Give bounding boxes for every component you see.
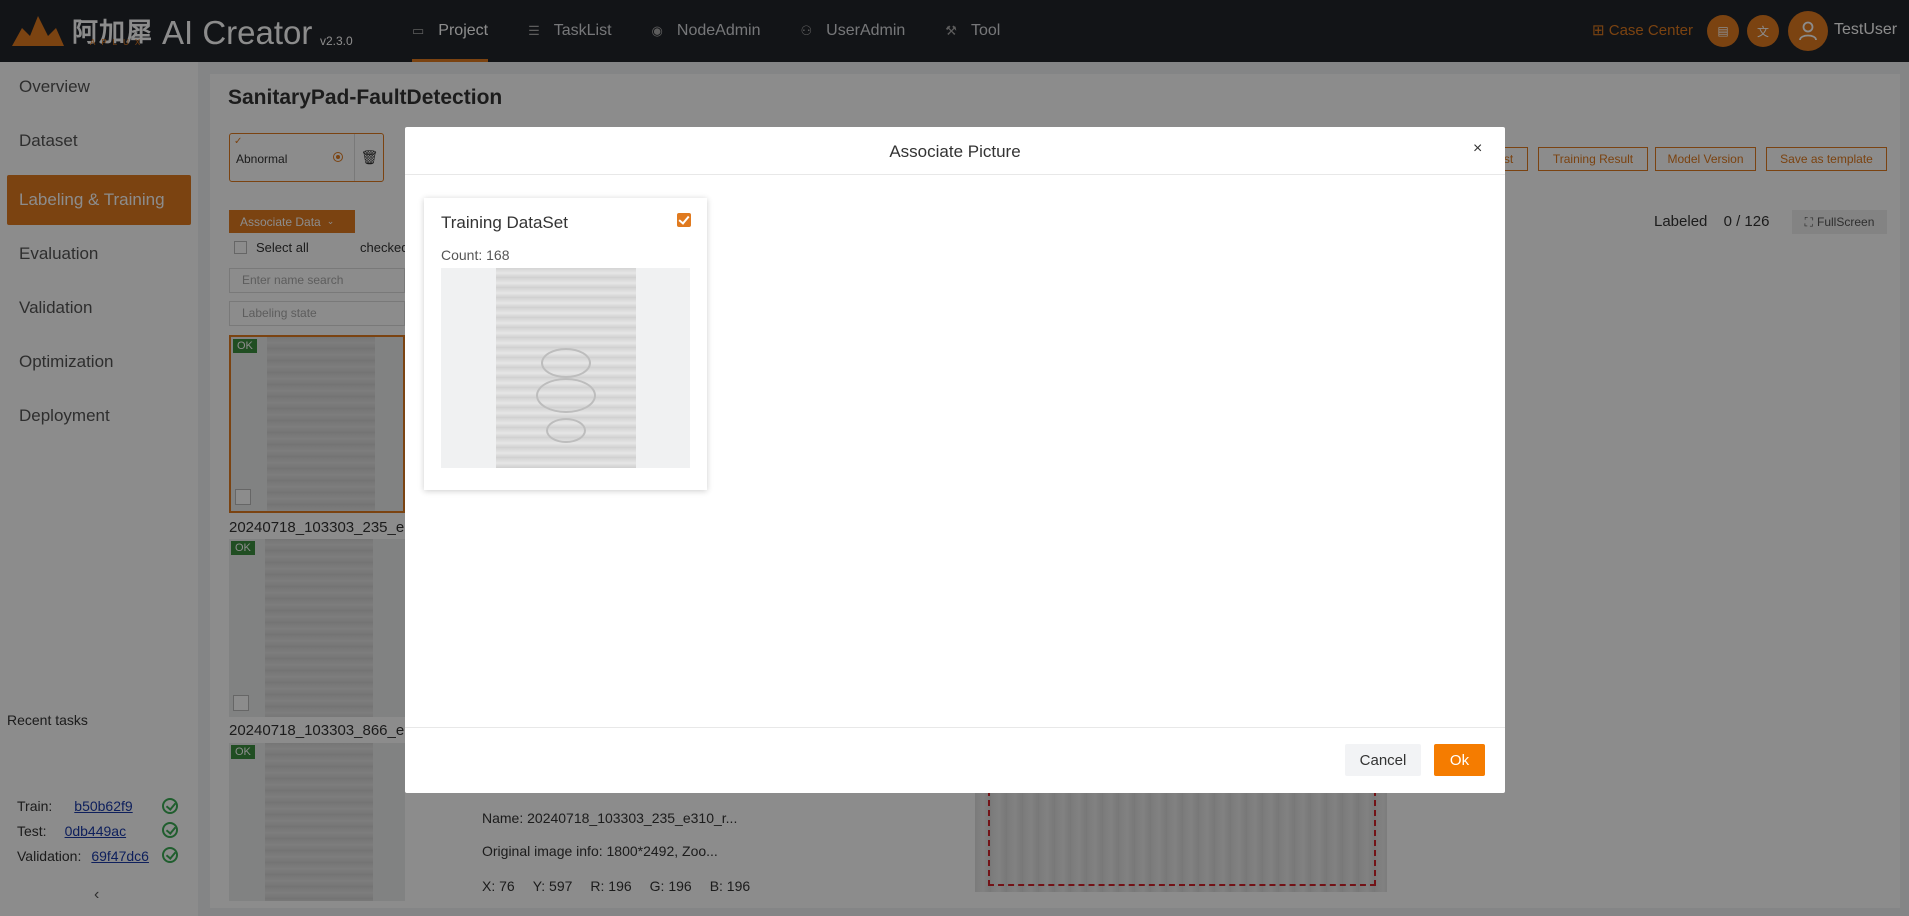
dialog-header: Associate Picture × [405,127,1505,175]
pattern-shape [546,418,586,443]
dialog-title: Associate Picture [889,142,1021,161]
cancel-button[interactable]: Cancel [1345,744,1421,776]
dataset-name: Training DataSet [441,213,568,232]
pattern-shape [536,378,596,413]
associate-picture-dialog: Associate Picture × Training DataSet Cou… [405,127,1505,793]
dataset-preview-image [441,268,690,468]
dataset-count: Count: 168 [441,247,510,263]
pattern-shape [541,348,591,378]
ok-button[interactable]: Ok [1434,744,1485,776]
dataset-checkbox[interactable] [677,213,691,227]
dialog-footer: Cancel Ok [405,727,1505,793]
dataset-card[interactable]: Training DataSet Count: 168 [424,198,707,490]
close-icon[interactable]: × [1473,140,1482,158]
